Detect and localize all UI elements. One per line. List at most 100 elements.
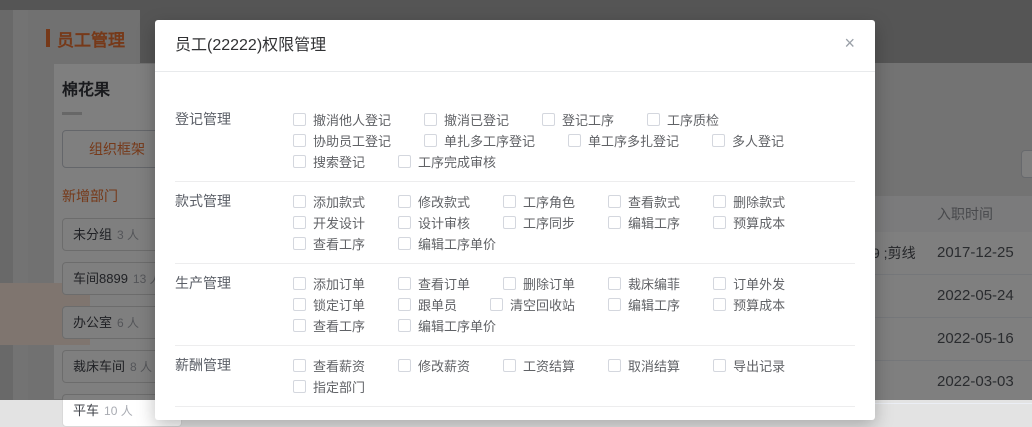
permission-item[interactable]: 查看工序 (293, 316, 365, 335)
permission-item[interactable]: 开发设计 (293, 213, 365, 232)
permission-item[interactable]: 预算成本 (713, 295, 785, 314)
permission-item-label: 工序同步 (523, 216, 576, 231)
permission-item-label: 查看工序 (313, 319, 366, 334)
permission-item[interactable]: 工序角色 (503, 192, 575, 211)
checkbox-icon[interactable] (293, 298, 306, 311)
permission-item[interactable]: 单工序多扎登记 (568, 131, 679, 150)
checkbox-icon[interactable] (713, 298, 727, 311)
checkbox-icon[interactable] (293, 155, 306, 168)
permission-item[interactable]: 撤消已登记 (424, 110, 509, 129)
permission-item-label: 编辑工序单价 (418, 237, 497, 252)
permission-item-label: 预算成本 (733, 298, 786, 313)
checkbox-icon[interactable] (713, 195, 727, 208)
checkbox-icon[interactable] (608, 277, 622, 290)
checkbox-icon[interactable] (293, 195, 306, 208)
permission-item-label: 工序质检 (667, 113, 720, 128)
checkbox-icon[interactable] (293, 359, 306, 372)
checkbox-icon[interactable] (293, 319, 306, 332)
permission-row: 添加订单 查看订单 删除订单 裁床编菲 订单外发 (293, 273, 855, 294)
checkbox-icon[interactable] (608, 216, 622, 229)
permission-item[interactable]: 多人登记 (712, 131, 784, 150)
permission-item[interactable]: 跟单员 (398, 295, 457, 314)
permission-item[interactable]: 锁定订单 (293, 295, 365, 314)
permission-item[interactable]: 订单外发 (713, 274, 785, 293)
checkbox-icon[interactable] (568, 134, 582, 147)
checkbox-icon[interactable] (647, 113, 661, 126)
checkbox-icon[interactable] (398, 319, 412, 332)
checkbox-icon[interactable] (398, 277, 412, 290)
checkbox-icon[interactable] (424, 134, 438, 147)
permission-item[interactable]: 工序完成审核 (398, 152, 496, 171)
permission-item[interactable]: 查看订单 (398, 274, 470, 293)
checkbox-icon[interactable] (503, 359, 517, 372)
permission-item[interactable]: 查看薪资 (293, 356, 365, 375)
checkbox-icon[interactable] (293, 113, 306, 126)
permission-item[interactable]: 单扎多工序登记 (424, 131, 535, 150)
permission-item-label: 撤消他人登记 (313, 113, 392, 128)
permission-item-label: 取消结算 (628, 359, 681, 374)
checkbox-icon[interactable] (398, 237, 412, 250)
permission-item[interactable]: 编辑工序 (608, 213, 680, 232)
permission-item-label: 设计审核 (418, 216, 471, 231)
permission-item[interactable]: 裁床编菲 (608, 274, 680, 293)
permission-item[interactable]: 撤消他人登记 (293, 110, 391, 129)
checkbox-icon[interactable] (293, 134, 306, 147)
checkbox-icon[interactable] (542, 113, 556, 126)
checkbox-icon[interactable] (608, 359, 622, 372)
permission-item[interactable]: 设计审核 (398, 213, 470, 232)
permission-item[interactable]: 导出记录 (713, 356, 785, 375)
checkbox-icon[interactable] (608, 298, 622, 311)
permission-item-label: 修改薪资 (418, 359, 471, 374)
checkbox-icon[interactable] (608, 195, 622, 208)
permission-item[interactable]: 工序同步 (503, 213, 575, 232)
permission-item[interactable]: 取消结算 (608, 356, 680, 375)
permission-item[interactable]: 工序质检 (647, 110, 719, 129)
checkbox-icon[interactable] (503, 195, 517, 208)
permission-row: 查看薪资 修改薪资 工资结算 取消结算 导出记录 (293, 355, 855, 376)
permission-item-label: 撤消已登记 (444, 113, 510, 128)
close-icon[interactable]: × (844, 34, 855, 52)
permission-item[interactable]: 查看工序 (293, 234, 365, 253)
checkbox-icon[interactable] (398, 359, 412, 372)
permission-item[interactable]: 预算成本 (713, 213, 785, 232)
permission-item[interactable]: 修改薪资 (398, 356, 470, 375)
permission-item[interactable]: 添加订单 (293, 274, 365, 293)
permission-rows: 撤消他人登记 撤消已登记 登记工序 工序质检协助员工登记 单扎多工序登记 单工序多扎登记 多… (293, 109, 855, 172)
checkbox-icon[interactable] (424, 113, 438, 126)
checkbox-icon[interactable] (713, 277, 727, 290)
permission-item[interactable]: 协助员工登记 (293, 131, 391, 150)
permission-item[interactable]: 添加款式 (293, 192, 365, 211)
checkbox-icon[interactable] (398, 195, 412, 208)
checkbox-icon[interactable] (503, 216, 517, 229)
permission-item[interactable]: 指定部门 (293, 377, 365, 396)
permission-item[interactable]: 查看款式 (608, 192, 680, 211)
checkbox-icon[interactable] (398, 298, 412, 311)
permission-item[interactable]: 搜索登记 (293, 152, 365, 171)
checkbox-icon[interactable] (503, 277, 517, 290)
permission-item[interactable]: 工资结算 (503, 356, 575, 375)
permission-item[interactable]: 登记工序 (542, 110, 614, 129)
department-count: 10 人 (104, 404, 133, 418)
permission-item[interactable]: 删除款式 (713, 192, 785, 211)
checkbox-icon[interactable] (293, 237, 306, 250)
permission-item[interactable]: 清空回收站 (490, 295, 575, 314)
checkbox-icon[interactable] (713, 359, 727, 372)
checkbox-icon[interactable] (293, 380, 306, 393)
permission-item-label: 工序角色 (523, 195, 576, 210)
permission-item[interactable]: 编辑工序单价 (398, 316, 496, 335)
permission-item[interactable]: 编辑工序单价 (398, 234, 496, 253)
permission-item[interactable]: 删除订单 (503, 274, 575, 293)
permission-row: 查看工序 编辑工序单价 (293, 233, 855, 254)
checkbox-icon[interactable] (398, 155, 412, 168)
checkbox-icon[interactable] (713, 216, 727, 229)
modal-header: 员工(22222)权限管理 × (155, 20, 875, 72)
checkbox-icon[interactable] (293, 277, 306, 290)
checkbox-icon[interactable] (398, 216, 412, 229)
checkbox-icon[interactable] (490, 298, 504, 311)
permission-item[interactable]: 编辑工序 (608, 295, 680, 314)
permission-item[interactable]: 修改款式 (398, 192, 470, 211)
permission-item-label: 登记工序 (562, 113, 615, 128)
checkbox-icon[interactable] (293, 216, 306, 229)
department-name: 平车 (73, 403, 100, 418)
checkbox-icon[interactable] (712, 134, 726, 147)
